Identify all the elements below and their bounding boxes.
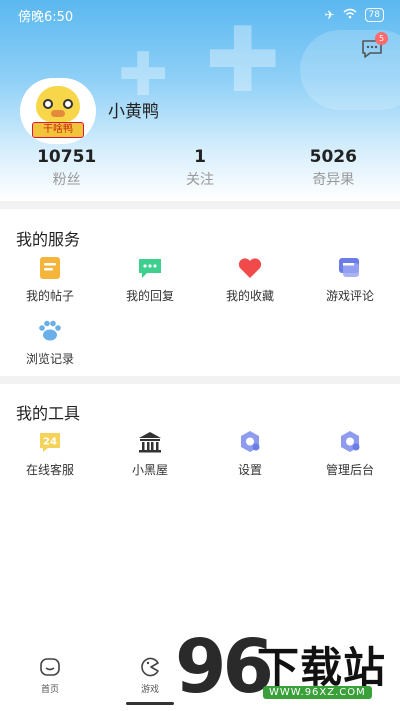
section-divider — [0, 201, 400, 209]
services-title: 我的服务 — [16, 230, 81, 249]
stat-kiwi[interactable]: 5026 奇异果 — [273, 147, 393, 189]
site-watermark: 96 下载站 WWW.96XZ.COM — [175, 624, 400, 710]
reply-icon — [137, 255, 163, 281]
heart-icon — [237, 255, 263, 281]
nav-label: 首页 — [40, 685, 59, 695]
settings-icon — [237, 429, 263, 455]
settings-button[interactable]: 设置 — [200, 429, 300, 478]
stat-value: 10751 — [37, 147, 97, 167]
profile-stats: 10751 粉丝 1 关注 5026 奇异果 — [0, 147, 400, 189]
stat-followers[interactable]: 10751 粉丝 — [7, 147, 127, 189]
avatar[interactable]: 干啥鸭 — [20, 78, 96, 144]
game-comments-button[interactable]: 游戏评论 — [300, 255, 400, 304]
stat-value: 1 — [194, 147, 206, 167]
message-badge: 5 — [375, 32, 388, 45]
stat-label: 奇异果 — [312, 172, 355, 188]
section-divider — [0, 376, 400, 384]
post-icon — [37, 255, 63, 281]
item-label: 我的回复 — [125, 289, 174, 303]
status-icons: ✈ 78 — [324, 8, 384, 22]
wifi-icon — [343, 8, 357, 22]
username: 小黄鸭 — [108, 102, 159, 122]
item-label: 浏览记录 — [25, 352, 74, 366]
watermark-url: WWW.96XZ.COM — [263, 686, 372, 699]
battery-icon: 78 — [364, 8, 384, 22]
stat-label: 关注 — [185, 172, 214, 188]
duck-head — [36, 86, 80, 122]
item-label: 设置 — [237, 463, 262, 477]
airplane-icon: ✈ — [324, 8, 335, 22]
blackroom-button[interactable]: 小黑屋 — [100, 429, 200, 478]
nav-label: 游戏 — [140, 685, 159, 695]
my-favorites-button[interactable]: 我的收藏 — [200, 255, 300, 304]
item-label: 在线客服 — [25, 463, 74, 477]
house-icon — [137, 429, 163, 455]
home-indicator[interactable] — [126, 702, 174, 705]
stat-following[interactable]: 1 关注 — [140, 147, 260, 189]
duck-eye — [43, 99, 53, 109]
duck-beak — [51, 110, 65, 117]
nav-home[interactable]: 首页 — [25, 656, 75, 695]
duck-eye — [63, 99, 73, 109]
item-label: 我的帖子 — [25, 289, 74, 303]
my-replies-button[interactable]: 我的回复 — [100, 255, 200, 304]
online-service-button[interactable]: 24 在线客服 — [0, 429, 100, 478]
browse-history-button[interactable]: 浏览记录 — [0, 318, 100, 367]
status-time: 傍晚6:50 — [18, 9, 74, 25]
game-icon — [141, 657, 159, 677]
home-icon — [40, 658, 60, 676]
service-24-text: 24 — [43, 437, 57, 448]
comment-icon — [337, 255, 363, 281]
service-24-icon: 24 — [37, 429, 63, 455]
item-label: 游戏评论 — [325, 289, 374, 303]
item-label: 小黑屋 — [131, 463, 168, 477]
watermark-number: 96 — [175, 624, 274, 710]
admin-panel-button[interactable]: 管理后台 — [300, 429, 400, 478]
stat-value: 5026 — [309, 147, 357, 167]
admin-icon — [337, 429, 363, 455]
status-bar: 傍晚6:50 ✈ 78 — [0, 0, 400, 30]
paw-icon — [37, 318, 63, 344]
avatar-label: 干啥鸭 — [32, 122, 84, 138]
my-posts-button[interactable]: 我的帖子 — [0, 255, 100, 304]
stat-label: 粉丝 — [52, 172, 81, 188]
message-button[interactable]: 5 — [360, 32, 388, 60]
item-label: 管理后台 — [325, 463, 374, 477]
nav-game[interactable]: 游戏 — [125, 656, 175, 695]
duck-avatar-image: 干啥鸭 — [26, 80, 90, 142]
tools-title: 我的工具 — [16, 404, 81, 423]
item-label: 我的收藏 — [225, 289, 274, 303]
